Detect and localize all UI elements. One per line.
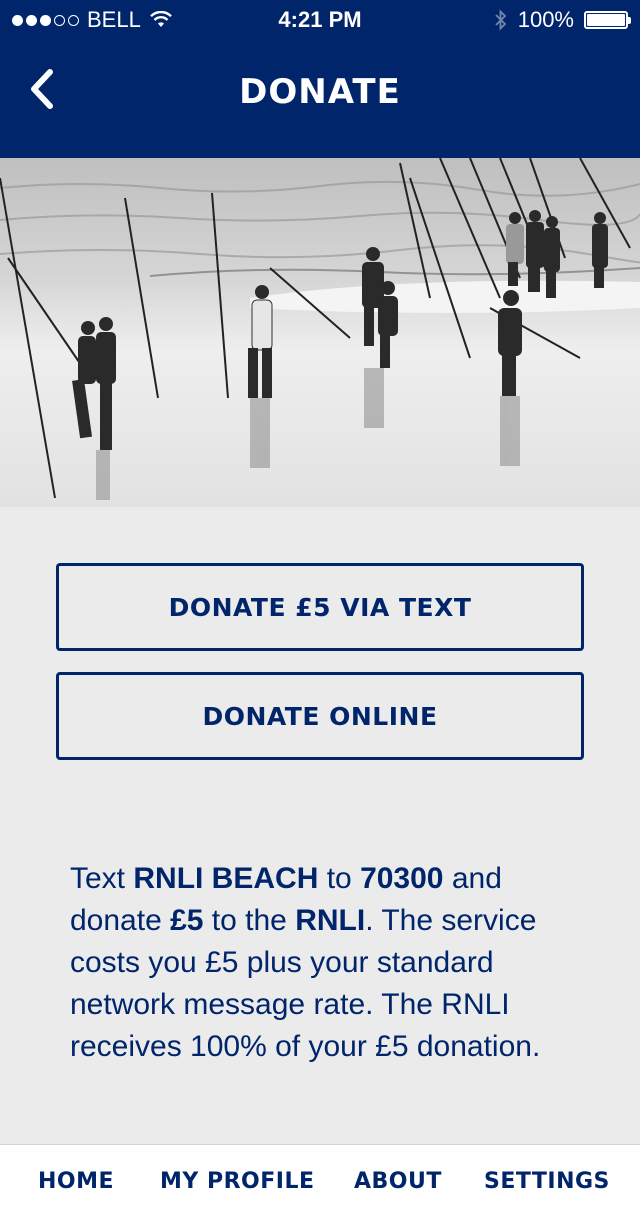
battery-icon: [584, 11, 631, 29]
info-text-4: to the: [203, 904, 296, 937]
status-right-group: 100%: [494, 7, 631, 33]
info-amount: £5: [170, 904, 204, 937]
donate-online-button[interactable]: DONATE ONLINE: [56, 672, 584, 760]
status-bar: BELL 4:21 PM 100%: [0, 0, 640, 40]
tab-my-profile[interactable]: MY PROFILE: [160, 1169, 315, 1194]
tab-settings[interactable]: SETTINGS: [484, 1169, 610, 1194]
battery-percent: 100%: [517, 7, 574, 32]
hero-photo: [0, 158, 640, 507]
donate-via-text-button[interactable]: DONATE £5 VIA TEXT: [56, 563, 584, 651]
page-title: DONATE: [239, 72, 401, 112]
tab-about[interactable]: ABOUT: [354, 1169, 442, 1194]
info-keyword: RNLI BEACH: [133, 862, 319, 895]
bluetooth-icon: [495, 9, 506, 31]
donation-info-text: Text RNLI BEACH to 70300 and donate £5 t…: [70, 858, 580, 1068]
tab-home[interactable]: HOME: [38, 1169, 114, 1194]
navigation-bar: DONATE: [0, 40, 640, 158]
tab-bar: HOME MY PROFILE ABOUT SETTINGS: [0, 1144, 640, 1222]
beach-fishermen-image: [0, 158, 640, 507]
info-shortcode: 70300: [360, 862, 444, 895]
info-text-2: to: [318, 862, 361, 895]
info-text-1: Text: [70, 862, 134, 895]
info-charity: RNLI: [295, 904, 366, 937]
